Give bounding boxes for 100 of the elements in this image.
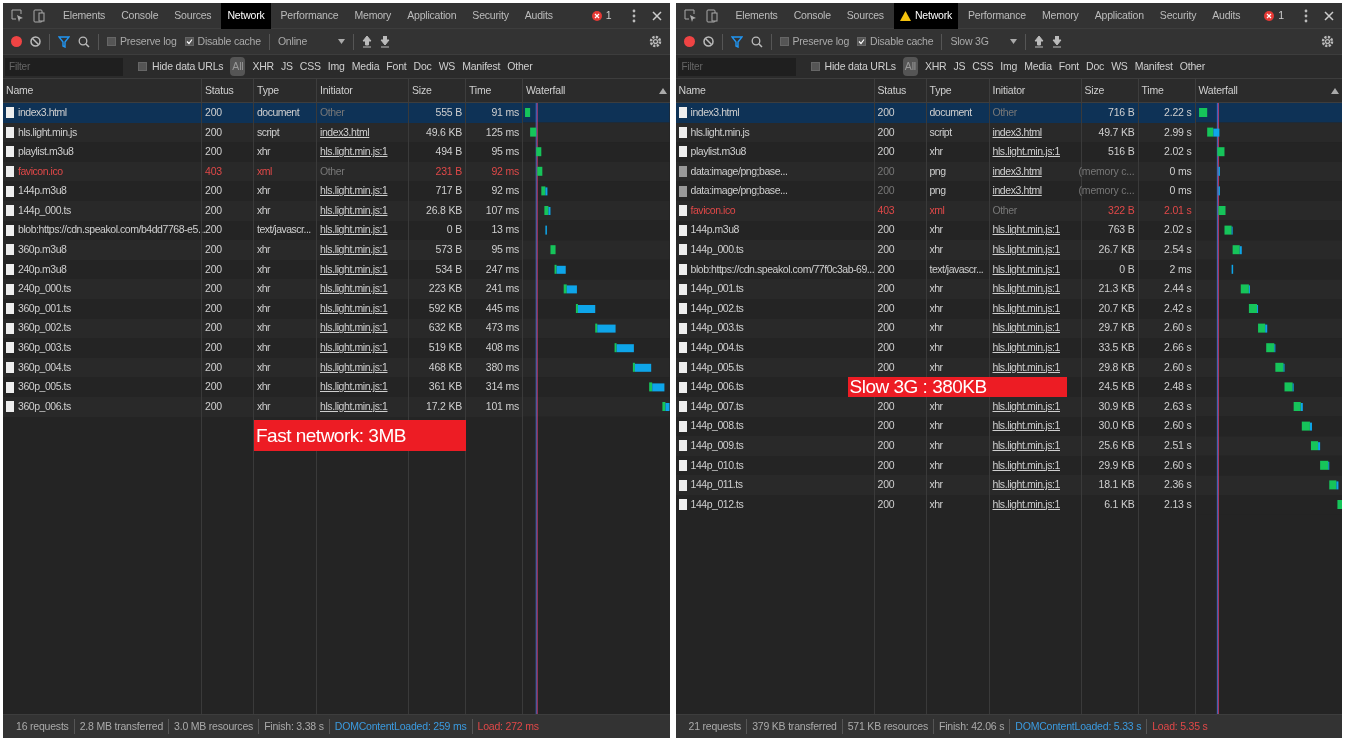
column-header[interactable]: Size bbox=[1080, 79, 1138, 102]
type-filter[interactable]: CSS bbox=[972, 58, 994, 75]
initiator-link[interactable]: hls.light.min.js:1 bbox=[320, 300, 388, 317]
initiator-link[interactable]: hls.light.min.js:1 bbox=[320, 183, 388, 200]
panel-tab[interactable]: Console bbox=[787, 3, 837, 29]
request-row[interactable]: 144p_007.ts 200 xhr hls.light.min.js:1 30.9 KB 2.63 s bbox=[675, 396, 1195, 417]
device-icon[interactable] bbox=[705, 8, 718, 23]
inspect-icon[interactable] bbox=[11, 8, 25, 23]
request-row[interactable]: 144p_003.ts 200 xhr hls.light.min.js:1 29.7 KB 2.60 s bbox=[675, 318, 1195, 339]
initiator-link[interactable]: hls.light.min.js:1 bbox=[320, 320, 388, 337]
initiator-link[interactable]: hls.light.min.js:1 bbox=[992, 222, 1060, 239]
type-filter[interactable]: Media bbox=[1024, 58, 1052, 75]
column-header[interactable]: Time bbox=[465, 79, 522, 102]
request-row[interactable]: 240p.m3u8 200 xhr hls.light.min.js:1 534 B 247 ms bbox=[3, 259, 522, 280]
initiator-link[interactable]: index3.html bbox=[320, 124, 370, 141]
column-header[interactable]: Type bbox=[253, 79, 316, 102]
column-header[interactable]: Name bbox=[3, 79, 201, 102]
column-header[interactable]: Status bbox=[201, 79, 253, 102]
panel-tab[interactable]: Elements bbox=[729, 3, 784, 29]
search-icon[interactable] bbox=[750, 35, 763, 48]
request-row[interactable]: data:image/png;base... 200 png index3.html (memory c... 0 ms bbox=[675, 161, 1195, 182]
initiator-link[interactable]: hls.light.min.js:1 bbox=[992, 418, 1060, 435]
column-header[interactable]: Waterfall bbox=[1194, 79, 1342, 102]
initiator-link[interactable]: hls.light.min.js:1 bbox=[320, 242, 388, 258]
request-row[interactable]: 144p_011.ts 200 xhr hls.light.min.js:1 18.1 KB 2.36 s bbox=[675, 475, 1195, 495]
panel-tab[interactable]: Sources bbox=[840, 3, 890, 29]
initiator-link[interactable]: hls.light.min.js:1 bbox=[320, 398, 388, 415]
initiator-link[interactable]: hls.light.min.js:1 bbox=[992, 320, 1060, 337]
inspect-icon[interactable] bbox=[683, 8, 698, 23]
initiator-link[interactable]: hls.light.min.js:1 bbox=[320, 379, 388, 395]
column-header[interactable]: Initiator bbox=[988, 79, 1081, 102]
column-header[interactable]: Waterfall bbox=[522, 79, 670, 102]
initiator-link[interactable]: hls.light.min.js:1 bbox=[992, 261, 1060, 278]
checkbox[interactable] bbox=[779, 37, 789, 46]
filter-field[interactable]: Filter bbox=[5, 57, 123, 76]
request-row[interactable]: favicon.ico 403 xml Other 231 B 92 ms bbox=[3, 161, 522, 182]
close-icon[interactable] bbox=[651, 10, 662, 21]
more-icon[interactable] bbox=[1304, 8, 1308, 23]
upload-icon[interactable] bbox=[361, 35, 372, 48]
initiator-link[interactable]: hls.light.min.js:1 bbox=[320, 359, 388, 376]
panel-tab[interactable]: Application bbox=[401, 3, 463, 29]
initiator-link[interactable]: hls.light.min.js:1 bbox=[992, 144, 1060, 160]
initiator-link[interactable]: hls.light.min.js:1 bbox=[320, 144, 388, 160]
download-icon[interactable] bbox=[379, 35, 390, 48]
panel-tab[interactable]: Performance bbox=[274, 3, 345, 29]
type-filter[interactable]: Font bbox=[1058, 58, 1080, 75]
panel-tab[interactable]: Sources bbox=[168, 3, 218, 29]
type-filter[interactable]: CSS bbox=[299, 58, 321, 75]
column-header[interactable]: Status bbox=[873, 79, 926, 102]
initiator-link[interactable]: hls.light.min.js:1 bbox=[992, 242, 1060, 258]
panel-tab[interactable]: Memory bbox=[348, 3, 398, 29]
initiator-link[interactable]: hls.light.min.js:1 bbox=[320, 340, 388, 356]
initiator-link[interactable]: hls.light.min.js:1 bbox=[992, 281, 1060, 297]
more-icon[interactable] bbox=[631, 8, 636, 23]
request-row[interactable]: 144p_000.ts 200 xhr hls.light.min.js:1 26.8 KB 107 ms bbox=[3, 200, 522, 221]
filter-field[interactable]: Filter bbox=[677, 57, 796, 76]
panel-tab[interactable]: Network bbox=[221, 3, 271, 29]
initiator-link[interactable]: hls.light.min.js:1 bbox=[320, 281, 388, 297]
type-filter[interactable]: Other bbox=[1179, 58, 1206, 75]
panel-tab[interactable]: Elements bbox=[57, 3, 112, 29]
initiator-link[interactable]: hls.light.min.js:1 bbox=[992, 438, 1060, 454]
throttle-dropdown[interactable]: Online bbox=[277, 33, 345, 50]
column-header[interactable]: Time bbox=[1137, 79, 1195, 102]
type-filter[interactable]: Doc bbox=[413, 58, 432, 75]
device-icon[interactable] bbox=[33, 8, 45, 23]
settings-icon[interactable] bbox=[1321, 35, 1334, 48]
filter-icon[interactable] bbox=[730, 35, 743, 48]
record-icon[interactable] bbox=[11, 36, 22, 47]
request-row[interactable]: 144p_001.ts 200 xhr hls.light.min.js:1 21.3 KB 2.44 s bbox=[675, 279, 1195, 299]
column-header[interactable]: Size bbox=[408, 79, 465, 102]
request-row[interactable]: 360p_003.ts 200 xhr hls.light.min.js:1 519 KB 408 ms bbox=[3, 338, 522, 358]
request-row[interactable]: index3.html 200 document Other 716 B 2.22 s bbox=[675, 103, 1195, 123]
checkbox[interactable] bbox=[857, 37, 867, 46]
throttle-dropdown[interactable]: Slow 3G bbox=[950, 33, 1018, 50]
checkbox[interactable] bbox=[107, 37, 116, 46]
panel-tab[interactable]: Network bbox=[893, 3, 959, 29]
initiator-link[interactable]: hls.light.min.js:1 bbox=[992, 340, 1060, 356]
checkbox[interactable] bbox=[184, 37, 194, 46]
request-row[interactable]: favicon.ico 403 xml Other 322 B 2.01 s bbox=[675, 200, 1195, 221]
type-filter[interactable]: JS bbox=[953, 58, 966, 75]
initiator-link[interactable]: hls.light.min.js:1 bbox=[992, 457, 1060, 474]
type-filter[interactable]: WS bbox=[438, 58, 456, 75]
record-icon[interactable] bbox=[683, 36, 695, 47]
panel-tab[interactable]: Security bbox=[466, 3, 515, 29]
initiator-link[interactable]: hls.light.min.js:1 bbox=[992, 300, 1060, 317]
type-filter[interactable]: XHR bbox=[924, 58, 947, 75]
request-row[interactable]: 144p_000.ts 200 xhr hls.light.min.js:1 26.7 KB 2.54 s bbox=[675, 240, 1195, 260]
panel-tab[interactable]: Security bbox=[1153, 3, 1203, 29]
column-header[interactable]: Name bbox=[675, 79, 874, 102]
download-icon[interactable] bbox=[1052, 35, 1063, 48]
type-filter[interactable]: Img bbox=[327, 58, 345, 75]
initiator-link[interactable]: hls.light.min.js:1 bbox=[320, 222, 388, 239]
checkbox[interactable] bbox=[138, 62, 147, 71]
type-filter[interactable]: Manifest bbox=[1134, 58, 1173, 75]
panel-tab[interactable]: Application bbox=[1088, 3, 1150, 29]
filter-icon[interactable] bbox=[58, 35, 70, 48]
panel-tab[interactable]: Audits bbox=[518, 3, 559, 29]
request-row[interactable]: hls.light.min.js 200 script index3.html 49.6 KB 125 ms bbox=[3, 122, 522, 143]
type-filter[interactable]: Manifest bbox=[462, 58, 501, 75]
type-filter[interactable]: Img bbox=[1000, 58, 1018, 75]
